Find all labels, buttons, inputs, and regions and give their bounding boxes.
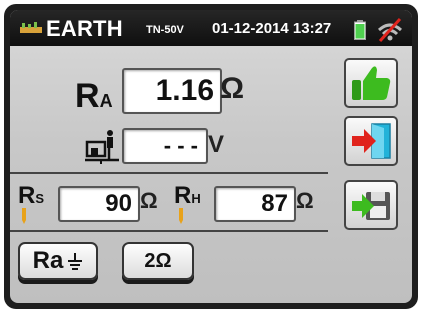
rs-unit: Ω [140,188,158,213]
rh-value-box: 87 [214,186,296,222]
thumbs-up-icon [352,66,391,100]
rs-value-box: 90 [58,186,140,222]
instrument-screen: EARTH TN-50V 01-12-2014 13:27 RA 1.16 Ω [0,0,422,313]
battery-icon [354,20,366,40]
ok-button[interactable] [344,58,398,108]
test-probe-icon [85,130,119,164]
no-signal-icon [377,18,403,42]
range-button[interactable]: 2Ω [122,242,194,280]
ra-value: 1.16 [155,74,214,107]
rh-label-sub: H [191,191,201,206]
probe-rod-icon [179,208,183,224]
rh-label: RH [174,182,201,210]
rs-label-main: R [18,182,36,209]
probe-rod-icon [22,208,26,224]
status-bar: EARTH TN-50V 01-12-2014 13:27 [10,10,412,46]
ra-unit: Ω [220,72,245,105]
rh-label-main: R [174,182,192,209]
touch-voltage-box: - - - [122,128,208,164]
mode-button-label: Ra [32,247,64,274]
exit-door-icon [352,123,391,159]
earth-ground-icon [68,253,83,270]
mode-button[interactable]: Ra [18,242,98,280]
ra-label-sub: A [99,91,113,111]
function-title: EARTH [46,16,123,41]
rs-label: RS [18,182,44,210]
exit-button[interactable] [344,116,398,166]
earth-tester-logo-icon [20,22,42,33]
touch-voltage-value: - - - [163,133,198,158]
save-icon [352,192,390,220]
date-time: 01-12-2014 13:27 [212,20,332,37]
touch-voltage-unit: V [208,131,225,158]
rh-unit: Ω [296,188,314,213]
display-area: EARTH TN-50V 01-12-2014 13:27 RA 1.16 Ω [10,10,412,303]
rs-value: 90 [105,190,132,217]
bottom-divider [10,230,328,232]
rs-label-sub: S [35,191,45,206]
system-subtitle: TN-50V [146,24,184,36]
range-button-label: 2Ω [144,249,172,272]
ra-label-main: R [75,77,100,115]
ra-value-box: 1.16 [122,68,222,114]
rh-value: 87 [261,190,288,217]
top-divider [10,172,328,174]
ra-label: RA [75,77,113,116]
save-button[interactable] [344,180,398,230]
